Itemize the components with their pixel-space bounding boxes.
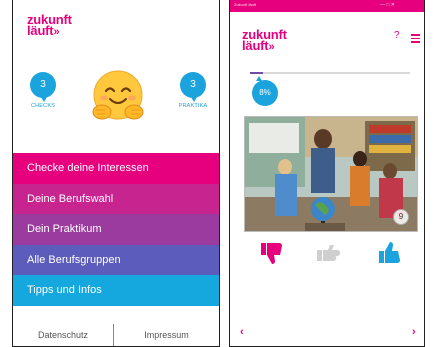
help-button[interactable]: ? <box>394 30 400 41</box>
check-screen: Zukunft läuft — □ ✕ zukunft läuft» ? 8% <box>229 0 425 347</box>
next-button[interactable]: › <box>412 326 416 338</box>
main-menu: Checke deine Interessen Deine Berufswahl… <box>13 153 219 306</box>
logo-arrow: » <box>53 26 60 38</box>
logo-arrow: » <box>268 41 275 53</box>
menu-item-tipps[interactable]: Tipps und Infos <box>13 275 219 306</box>
checks-count: 3 <box>30 72 56 102</box>
window-title: Zukunft läuft <box>234 2 257 7</box>
logo-text: läuft <box>242 38 269 53</box>
home-screen: zukunft läuft» 3 CHECKS 3 PRAKTIKA Check… <box>12 0 220 347</box>
thumb-up-icon[interactable] <box>376 240 404 266</box>
progress-fill <box>250 72 263 74</box>
menu-item-berufswahl[interactable]: Deine Berufswahl <box>13 183 219 214</box>
progress-percent: 8% <box>252 76 278 106</box>
imprint-link[interactable]: Impressum <box>114 330 219 340</box>
praktika-count: 3 <box>180 72 206 102</box>
thumb-down-icon[interactable] <box>258 240 286 266</box>
window-titlebar: Zukunft läuft — □ ✕ <box>230 0 424 12</box>
logo-text: läuft <box>27 23 54 38</box>
checks-label: CHECKS <box>30 103 56 109</box>
praktika-counter[interactable]: 3 PRAKTIKA <box>173 72 213 109</box>
hugging-face-icon <box>92 70 144 120</box>
thumb-neutral-icon[interactable] <box>314 240 342 266</box>
card-counter: 9 <box>393 209 409 225</box>
prev-button[interactable]: ‹ <box>240 326 244 338</box>
menu-item-berufsgruppen[interactable]: Alle Berufsgruppen <box>13 244 219 275</box>
privacy-link[interactable]: Datenschutz <box>13 330 113 340</box>
home-footer: Datenschutz Impressum <box>13 322 219 346</box>
progress-bar <box>250 72 410 74</box>
menu-item-interessen[interactable]: Checke deine Interessen <box>13 153 219 184</box>
classroom-photo: 9 <box>244 116 418 232</box>
checks-counter[interactable]: 3 CHECKS <box>23 72 63 109</box>
classroom-image <box>245 117 417 231</box>
praktika-label: PRAKTIKA <box>178 103 208 109</box>
window-controls[interactable]: — □ ✕ <box>380 2 395 8</box>
menu-icon[interactable] <box>411 34 420 45</box>
app-logo: zukunft läuft» <box>242 27 287 53</box>
app-logo: zukunft läuft» <box>27 12 72 38</box>
menu-item-praktikum[interactable]: Dein Praktikum <box>13 214 219 245</box>
